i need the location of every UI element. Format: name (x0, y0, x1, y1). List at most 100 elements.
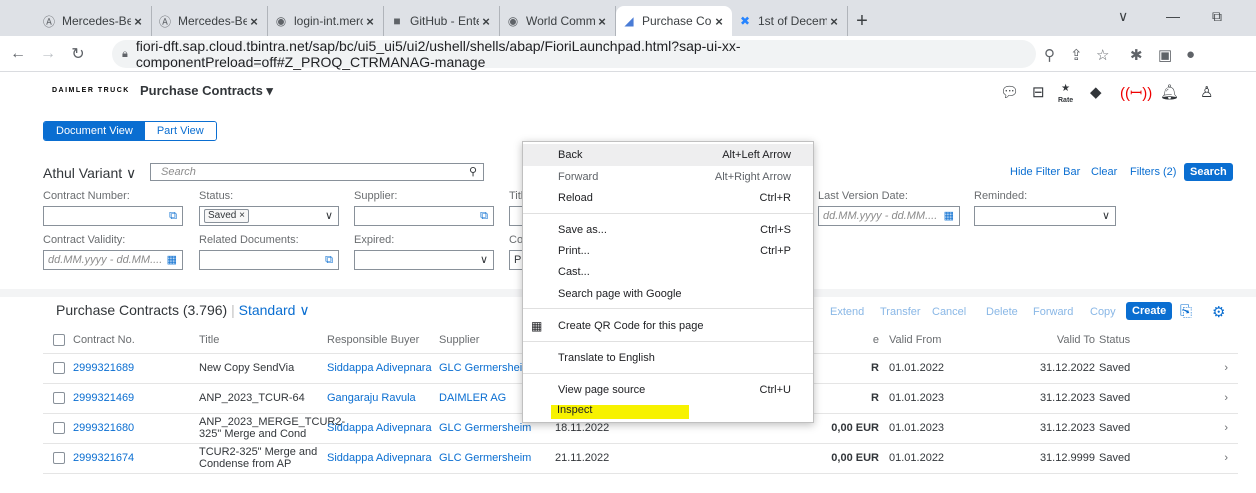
help-diamond-icon[interactable]: ◆ (1090, 83, 1102, 101)
chat-icon[interactable]: 💬︎ (1000, 83, 1019, 101)
close-icon[interactable]: × (712, 14, 726, 29)
column-header[interactable]: Responsible Buyer (327, 327, 439, 354)
menu-item-print[interactable]: Print... Ctrl+P (523, 240, 813, 262)
expired-field[interactable]: ∨ (354, 250, 494, 270)
supplier-link[interactable]: GLC Germersheim (439, 443, 555, 474)
row-checkbox[interactable] (43, 383, 73, 414)
close-icon[interactable]: × (595, 14, 609, 29)
extensions-icon[interactable]: ✱ (1130, 46, 1143, 64)
column-header[interactable]: Contract No. (73, 327, 199, 354)
menu-item-reload[interactable]: Reload Ctrl+R (523, 187, 813, 209)
menu-item-view-source[interactable]: View page source Ctrl+U (523, 379, 813, 401)
value-help-icon[interactable]: ⧉ (480, 207, 488, 225)
select-all-checkbox[interactable] (43, 327, 73, 354)
reminded-field[interactable]: ∨ (974, 206, 1116, 226)
contract-number-link[interactable]: 2999321689 (73, 353, 199, 384)
delete-button[interactable]: Delete (986, 306, 1018, 318)
value-help-icon[interactable]: ⧉ (325, 251, 333, 269)
row-navigation-chevron[interactable]: › (1179, 413, 1238, 444)
column-header[interactable]: Valid From (889, 327, 1019, 354)
profile-icon[interactable]: ● (1186, 46, 1195, 63)
calendar-icon[interactable]: ▦ (167, 251, 177, 269)
menu-item-qr-code[interactable]: ▦ Create QR Code for this page (523, 315, 813, 337)
new-tab-button[interactable]: + (848, 6, 876, 36)
url-input[interactable]: 🔒︎ fiori-dft.sap.cloud.tbintra.net/sap/bc… (112, 38, 1036, 70)
browser-tab[interactable]: ◉World Communi× (500, 6, 616, 36)
row-checkbox[interactable] (43, 353, 73, 384)
close-icon[interactable]: × (131, 14, 145, 29)
settings-gear-icon[interactable]: ⚙ (1212, 303, 1225, 321)
share-icon[interactable]: ⇪ (1070, 46, 1083, 64)
browser-tab[interactable]: ■GitHub - Enterpri× (384, 6, 500, 36)
row-navigation-chevron[interactable]: › (1179, 443, 1238, 474)
menu-item-translate[interactable]: Translate to English (523, 347, 813, 369)
close-icon[interactable]: × (247, 14, 261, 29)
menu-item-save-as[interactable]: Save as... Ctrl+S (523, 219, 813, 241)
broadcast-icon[interactable]: ((ꟷ)) (1120, 83, 1152, 103)
transfer-button[interactable]: Transfer (880, 306, 921, 318)
search-icon[interactable]: ⚲ (469, 164, 477, 180)
forward-arrow-icon[interactable]: → (36, 45, 60, 63)
menu-item-search-google[interactable]: Search page with Google (523, 283, 813, 305)
row-navigation-chevron[interactable]: › (1179, 353, 1238, 384)
buyer-link[interactable]: Gangaraju Ravula (327, 383, 439, 414)
rate-icon[interactable]: ★ Rate (1058, 83, 1073, 105)
restore-icon[interactable]: ⧉ (1212, 8, 1222, 25)
app-title[interactable]: Purchase Contracts ▾ (140, 83, 273, 99)
chevron-down-icon[interactable]: ∨ (1102, 207, 1110, 225)
search-input[interactable]: Search ⚲ (150, 163, 484, 181)
document-view-button[interactable]: Document View (44, 122, 145, 140)
row-checkbox[interactable] (43, 443, 73, 474)
contract-number-field[interactable]: ⧉ (43, 206, 183, 226)
forward-button[interactable]: Forward (1033, 306, 1073, 318)
chevron-down-icon[interactable]: ∨ (480, 251, 488, 269)
co-field[interactable]: P (509, 250, 523, 270)
chevron-down-icon[interactable]: ∨ (1118, 8, 1128, 25)
chevron-down-icon[interactable]: ∨ (325, 207, 333, 225)
clear-link[interactable]: Clear (1091, 166, 1117, 178)
supplier-field[interactable]: ⧉ (354, 206, 494, 226)
menu-item-cast[interactable]: Cast... (523, 261, 813, 283)
table-row[interactable]: 2999321674 TCUR2-325" Merge and Condense … (43, 443, 1238, 474)
variant-selector[interactable]: Athul Variant ∨ (43, 165, 136, 182)
buyer-link[interactable]: Siddappa Adivepnara (327, 443, 439, 474)
user-icon[interactable]: ♙ (1200, 83, 1213, 101)
contract-number-link[interactable]: 2999321680 (73, 413, 199, 444)
browser-tab[interactable]: ⒶMercedes-Benz C× (36, 6, 152, 36)
status-field[interactable]: Saved × ∨ (199, 206, 339, 226)
part-view-button[interactable]: Part View (144, 122, 216, 140)
bookmark-star-icon[interactable]: ☆ (1096, 46, 1109, 64)
browser-tab-active[interactable]: ◢Purchase Contrac× (616, 6, 732, 36)
reload-icon[interactable]: ↻ (66, 44, 90, 64)
export-icon[interactable]: ⎘ (1180, 303, 1192, 320)
feedback-icon[interactable]: ⊟ (1032, 83, 1045, 101)
calendar-icon[interactable]: ▦ (944, 207, 954, 225)
browser-tab[interactable]: ✖1st of December× (732, 6, 848, 36)
close-icon[interactable]: × (363, 14, 377, 29)
browser-tab[interactable]: ⒶMercedes-Benz C× (152, 6, 268, 36)
column-header[interactable]: Title (199, 327, 327, 354)
close-icon[interactable]: × (479, 14, 493, 29)
column-header[interactable]: Valid To (1019, 327, 1099, 354)
sidepanel-icon[interactable]: ▣ (1158, 46, 1172, 64)
copy-button[interactable]: Copy (1090, 306, 1116, 318)
filters-link[interactable]: Filters (2) (1130, 166, 1176, 178)
zoom-icon[interactable]: ⚲ (1044, 46, 1055, 64)
contract-number-link[interactable]: 2999321674 (73, 443, 199, 474)
search-button[interactable]: Search (1184, 163, 1233, 181)
contract-validity-field[interactable]: dd.MM.yyyy - dd.MM.... ▦ (43, 250, 183, 270)
notification-bell-icon[interactable]: 🔔︎ (1160, 83, 1179, 101)
browser-tab[interactable]: ◉login-int.mercede× (268, 6, 384, 36)
menu-item-forward[interactable]: Forward Alt+Right Arrow (523, 166, 813, 188)
hide-filter-bar-link[interactable]: Hide Filter Bar (1010, 166, 1080, 178)
cancel-button[interactable]: Cancel (932, 306, 966, 318)
status-token[interactable]: Saved × (204, 209, 249, 223)
column-header[interactable]: Status (1099, 327, 1179, 354)
title-field[interactable] (509, 206, 523, 226)
extend-button[interactable]: Extend (830, 306, 864, 318)
row-navigation-chevron[interactable]: › (1179, 383, 1238, 414)
create-button[interactable]: Create (1126, 302, 1173, 320)
last-version-date-field[interactable]: dd.MM.yyyy - dd.MM.... ▦ (818, 206, 960, 226)
menu-item-back[interactable]: Back Alt+Left Arrow (523, 144, 813, 166)
contract-number-link[interactable]: 2999321469 (73, 383, 199, 414)
